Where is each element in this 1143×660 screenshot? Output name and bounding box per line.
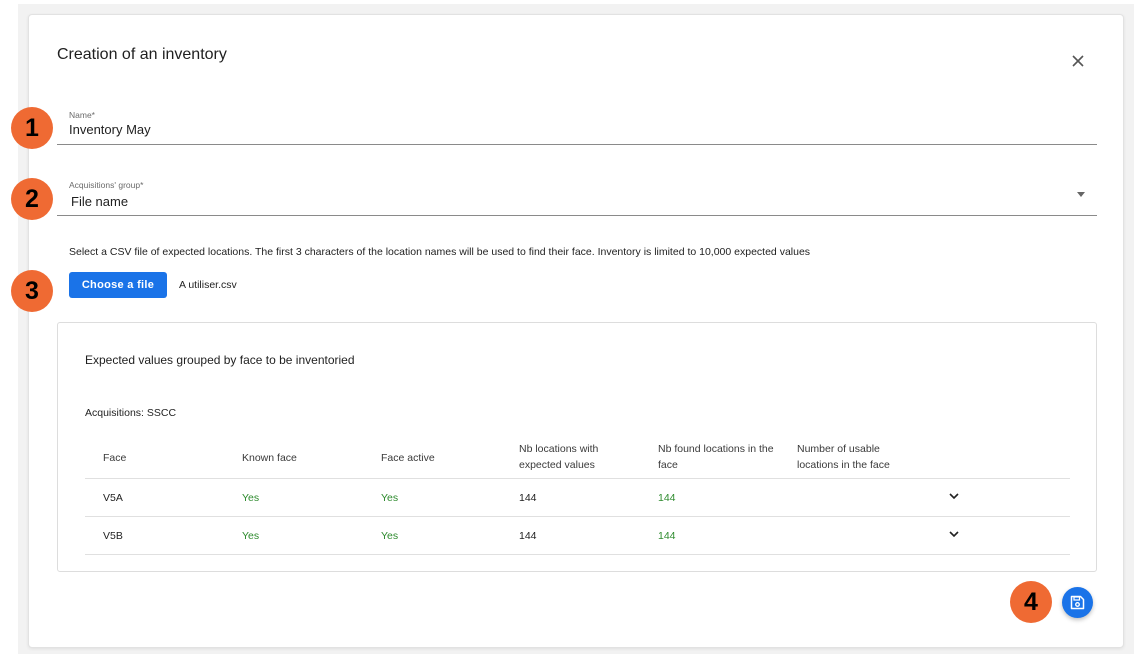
cell-face-active: Yes — [381, 530, 399, 542]
cell-face-active: Yes — [381, 492, 399, 504]
col-nb-usable: Number of usable locations in the face — [797, 443, 890, 471]
annotation-badge-4: 4 — [1010, 581, 1052, 623]
expected-values-card: Expected values grouped by face to be in… — [57, 322, 1097, 572]
cell-known-face: Yes — [242, 530, 260, 542]
inventory-dialog: Creation of an inventory Name* Inventory… — [28, 14, 1124, 648]
acquisitions-group-select[interactable]: Acquisitions' group* File name — [57, 175, 1097, 216]
cell-known-face: Yes — [242, 492, 260, 504]
cell-nb-expected: 144 — [519, 530, 537, 542]
col-nb-expected: Nb locations with expected values — [519, 443, 599, 471]
dialog-title: Creation of an inventory — [57, 46, 227, 63]
cell-nb-found: 144 — [658, 492, 676, 504]
chevron-down-icon[interactable] — [949, 530, 959, 538]
acquisitions-group-label: Acquisitions' group* — [69, 180, 144, 190]
selected-file-name: A utiliser.csv — [179, 279, 237, 291]
cell-face: V5B — [103, 530, 123, 542]
caret-down-icon[interactable] — [1077, 192, 1085, 197]
annotation-badge-1: 1 — [11, 107, 53, 149]
name-field[interactable]: Name* Inventory May — [57, 105, 1097, 145]
annotation-badge-3: 3 — [11, 270, 53, 312]
expected-values-title: Expected values grouped by face to be in… — [85, 353, 355, 367]
floppy-disk-icon — [1070, 595, 1085, 610]
chevron-down-icon[interactable] — [949, 492, 959, 500]
cell-nb-found: 144 — [658, 530, 676, 542]
acquisitions-label: Acquisitions: SSCC — [85, 407, 177, 419]
annotation-badge-2: 2 — [11, 178, 53, 220]
csv-hint: Select a CSV file of expected locations.… — [69, 246, 811, 258]
choose-file-button[interactable]: Choose a file — [69, 272, 167, 298]
close-icon[interactable] — [1069, 52, 1087, 70]
col-face-active: Face active — [381, 452, 435, 464]
save-button[interactable] — [1062, 587, 1093, 618]
name-input[interactable]: Inventory May — [69, 122, 151, 137]
col-known-face: Known face — [242, 452, 297, 464]
table-row[interactable]: V5A Yes Yes 144 144 — [85, 479, 1070, 517]
faces-table: Face Known face Face active Nb locations… — [85, 437, 1070, 555]
table-row[interactable]: V5B Yes Yes 144 144 — [85, 517, 1070, 555]
cell-face: V5A — [103, 492, 123, 504]
col-nb-found: Nb found locations in the face — [658, 443, 774, 471]
col-face: Face — [103, 452, 127, 464]
table-header: Face Known face Face active Nb locations… — [85, 437, 1070, 479]
cell-nb-expected: 144 — [519, 492, 537, 504]
acquisitions-group-value: File name — [71, 194, 129, 209]
name-label: Name* — [69, 110, 95, 120]
